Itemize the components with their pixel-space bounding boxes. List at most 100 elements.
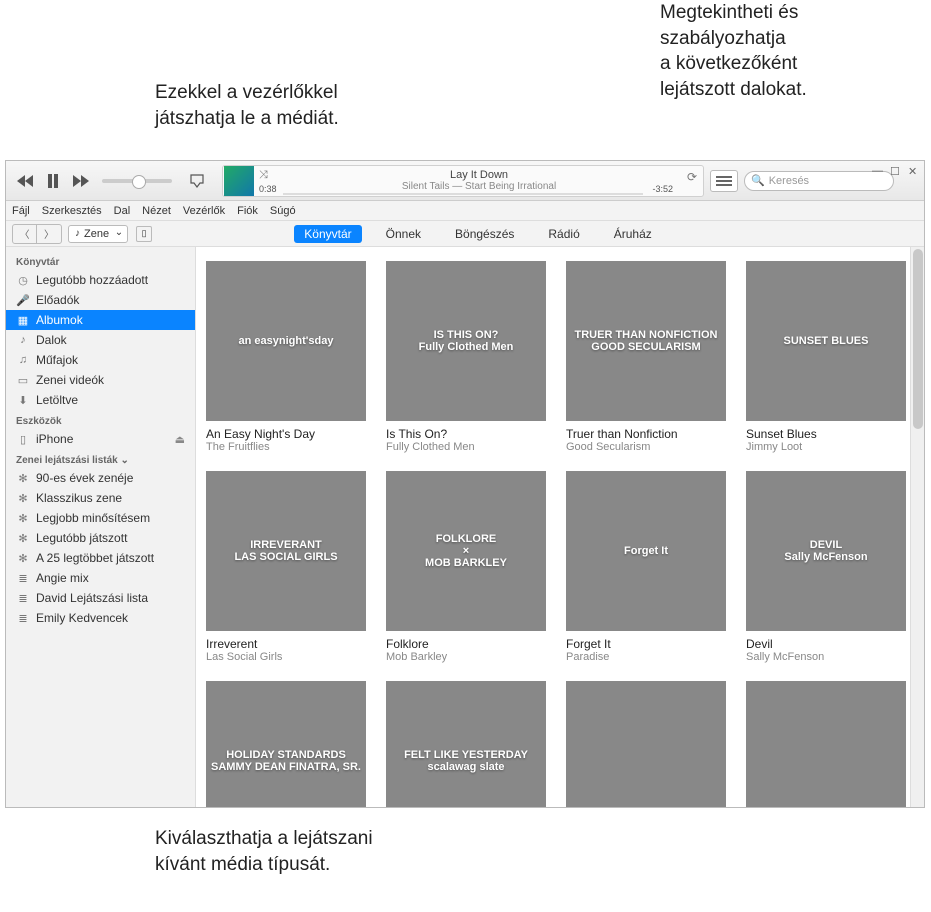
search-icon: 🔍 xyxy=(751,174,765,187)
sidebar-item-label: Emily Kedvencek xyxy=(36,611,128,625)
sidebar-item-label: Klasszikus zene xyxy=(36,491,122,505)
album-item[interactable]: SUNSET BLUESSunset BluesJimmy Loot xyxy=(746,261,906,453)
sidebar-item-a-25-legtöbbet-játszott[interactable]: ✻A 25 legtöbbet játszott xyxy=(6,548,195,568)
device-button[interactable]: ▯ xyxy=(136,226,152,242)
clock-icon: ◷ xyxy=(16,274,30,287)
maximize-button[interactable]: ☐ xyxy=(890,165,902,177)
album-item[interactable]: an easynight'sdayAn Easy Night's DayThe … xyxy=(206,261,366,453)
album-item[interactable] xyxy=(566,681,726,807)
annotation-up-next: Megtekintheti és szabályozhatja a követk… xyxy=(660,0,920,103)
album-item[interactable]: FOLKLORE × MOB BARKLEY FolkloreMob Barkle… xyxy=(386,471,546,663)
album-item[interactable]: IRREVERANT LAS SOCIAL GIRLS IrreverentLas… xyxy=(206,471,366,663)
album-title: Irreverent xyxy=(206,637,366,651)
album-item[interactable]: Forget ItForget ItParadise xyxy=(566,471,726,663)
album-item[interactable] xyxy=(746,681,906,807)
list-icon: ≣ xyxy=(16,572,30,585)
up-next-button[interactable] xyxy=(710,170,738,192)
minimize-button[interactable]: — xyxy=(872,165,884,177)
tab-áruház[interactable]: Áruház xyxy=(604,225,662,243)
sidebar-head-playlists[interactable]: Zenei lejátszási listák ⌄ xyxy=(6,449,195,468)
now-playing-lcd[interactable]: ⤨ Lay It Down Silent Tails — Start Being… xyxy=(222,165,704,197)
album-item[interactable]: DEVIL Sally McFensonDevilSally McFenson xyxy=(746,471,906,663)
album-cover[interactable]: Forget It xyxy=(566,471,726,631)
note-icon: ♪ xyxy=(16,334,30,346)
album-cover[interactable]: DEVIL Sally McFenson xyxy=(746,471,906,631)
scrollbar[interactable] xyxy=(910,247,924,807)
album-cover[interactable]: IRREVERANT LAS SOCIAL GIRLS xyxy=(206,471,366,631)
shuffle-icon[interactable]: ⤨ xyxy=(259,169,268,182)
album-cover[interactable]: SUNSET BLUES xyxy=(746,261,906,421)
sidebar-item-albumok[interactable]: ▦Albumok xyxy=(6,310,195,330)
sidebar-item-angie-mix[interactable]: ≣Angie mix xyxy=(6,568,195,588)
album-item[interactable]: FELT LIKE YESTERDAY scalawag slate xyxy=(386,681,546,807)
down-icon: ⬇ xyxy=(16,394,30,407)
menu-dal[interactable]: Dal xyxy=(114,205,131,217)
sidebar-item-klasszikus-zene[interactable]: ✻Klasszikus zene xyxy=(6,488,195,508)
media-type-picker[interactable]: ♪ Zene xyxy=(68,225,128,243)
sidebar-item-zenei-videók[interactable]: ▭Zenei videók xyxy=(6,370,195,390)
nav-back-button[interactable]: 〈 xyxy=(13,225,37,243)
menu-fiók[interactable]: Fiók xyxy=(237,205,258,217)
album-cover[interactable]: FOLKLORE × MOB BARKLEY xyxy=(386,471,546,631)
album-title: Sunset Blues xyxy=(746,427,906,441)
tab-böngészés[interactable]: Böngészés xyxy=(445,225,524,243)
sidebar-item-legutóbb-hozzáadott[interactable]: ◷Legutóbb hozzáadott xyxy=(6,270,195,290)
progress-bar[interactable] xyxy=(283,193,643,195)
now-playing-artist: Silent Tails — Start Being Irrational xyxy=(255,181,703,192)
sidebar: Könyvtár ◷Legutóbb hozzáadott🎤Előadók▦Al… xyxy=(6,247,196,807)
chevron-down-icon: ⌄ xyxy=(121,455,129,466)
sidebar-item-iphone[interactable]: ▯ iPhone ⏏ xyxy=(6,429,195,449)
sidebar-item-dalok[interactable]: ♪ Dalok xyxy=(6,330,195,350)
menu-nézet[interactable]: Nézet xyxy=(142,205,171,217)
album-cover[interactable]: IS THIS ON? Fully Clothed Men xyxy=(386,261,546,421)
menu-fájl[interactable]: Fájl xyxy=(12,205,30,217)
sidebar-item-label: iPhone xyxy=(36,432,73,446)
volume-slider[interactable] xyxy=(102,179,172,183)
sidebar-item-emily-kedvencek[interactable]: ≣Emily Kedvencek xyxy=(6,608,195,628)
tab-rádió[interactable]: Rádió xyxy=(538,225,589,243)
album-cover[interactable]: TRUER THAN NONFICTION GOOD SECULARISM xyxy=(566,261,726,421)
sidebar-item-label: Letöltve xyxy=(36,393,78,407)
previous-button[interactable] xyxy=(14,170,36,192)
sidebar-item-legutóbb-játszott[interactable]: ✻Legutóbb játszott xyxy=(6,528,195,548)
remaining-time: -3:52 xyxy=(652,184,673,194)
album-title: Folklore xyxy=(386,637,546,651)
sidebar-item-label: A 25 legtöbbet játszott xyxy=(36,551,154,565)
album-item[interactable]: HOLIDAY STANDARDS SAMMY DEAN FINATRA, SR… xyxy=(206,681,366,807)
sidebar-item-előadók[interactable]: 🎤Előadók xyxy=(6,290,195,310)
album-artist: Las Social Girls xyxy=(206,651,366,663)
album-cover[interactable] xyxy=(746,681,906,807)
sidebar-item-legjobb-minősítésem[interactable]: ✻Legjobb minősítésem xyxy=(6,508,195,528)
album-cover[interactable]: FELT LIKE YESTERDAY scalawag slate xyxy=(386,681,546,807)
phone-icon: ▯ xyxy=(16,433,30,446)
album-item[interactable]: IS THIS ON? Fully Clothed MenIs This On?… xyxy=(386,261,546,453)
sidebar-item-90-es-évek-zenéje[interactable]: ✻90-es évek zenéje xyxy=(6,468,195,488)
sidebar-item-david-lejátszási-lista[interactable]: ≣David Lejátszási lista xyxy=(6,588,195,608)
album-cover[interactable]: HOLIDAY STANDARDS SAMMY DEAN FINATRA, SR… xyxy=(206,681,366,807)
album-cover[interactable]: an easynight'sday xyxy=(206,261,366,421)
sidebar-item-letöltve[interactable]: ⬇ Letöltve xyxy=(6,390,195,410)
sidebar-item-műfajok[interactable]: ♫Műfajok xyxy=(6,350,195,370)
eject-icon[interactable]: ⏏ xyxy=(175,433,185,446)
guitar-icon: ♫ xyxy=(16,354,30,366)
mic-icon: 🎤 xyxy=(16,294,30,307)
menu-súgó[interactable]: Súgó xyxy=(270,205,296,217)
album-item[interactable]: TRUER THAN NONFICTION GOOD SECULARISMTru… xyxy=(566,261,726,453)
menu-vezérlők[interactable]: Vezérlők xyxy=(183,205,225,217)
sidebar-item-label: Legutóbb játszott xyxy=(36,531,127,545)
album-cover[interactable] xyxy=(566,681,726,807)
tab-könyvtár[interactable]: Könyvtár xyxy=(294,225,361,243)
nav-forward-button[interactable]: 〉 xyxy=(37,225,61,243)
pause-button[interactable] xyxy=(42,170,64,192)
repeat-icon[interactable]: ⟳ xyxy=(687,170,697,184)
scrollbar-thumb[interactable] xyxy=(913,249,923,429)
titlebar: ⤨ Lay It Down Silent Tails — Start Being… xyxy=(6,161,924,201)
sidebar-item-label: Dalok xyxy=(36,333,67,347)
tab-önnek[interactable]: Önnek xyxy=(376,225,431,243)
menubar: Fájl Szerkesztés Dal Nézet Vezérlők Fiók Súgó xyxy=(6,201,924,221)
album-artist: Mob Barkley xyxy=(386,651,546,663)
next-button[interactable] xyxy=(70,170,92,192)
menu-szerkesztés[interactable]: Szerkesztés xyxy=(42,205,102,217)
airplay-button[interactable] xyxy=(186,170,208,192)
close-button[interactable]: ✕ xyxy=(908,165,920,177)
